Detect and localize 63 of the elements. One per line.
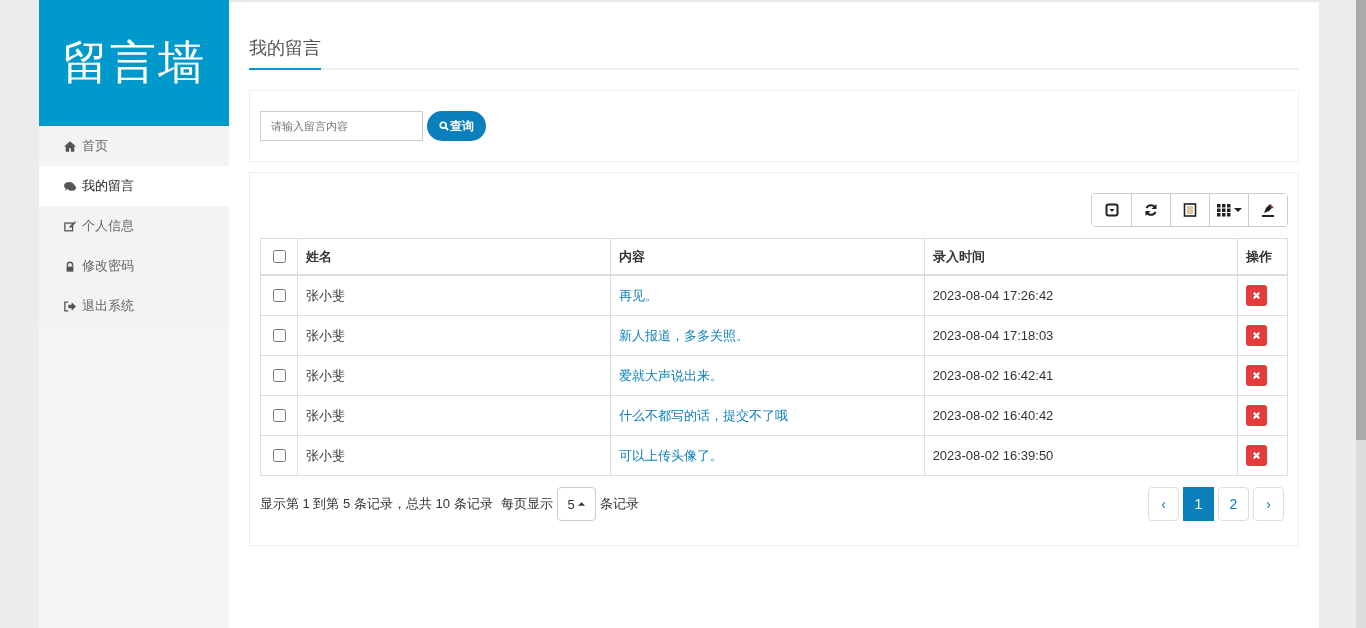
delete-button[interactable] [1246, 405, 1267, 426]
previous-page-button[interactable]: ‹ [1148, 487, 1179, 521]
column-header: 姓名 [297, 238, 611, 275]
lock-icon [64, 260, 76, 272]
x-icon [1252, 371, 1261, 380]
search-button[interactable]: 查询 [427, 111, 486, 141]
x-icon [1252, 291, 1261, 300]
message-link[interactable]: 可以上传头像了。 [610, 435, 925, 476]
delete-button[interactable] [1246, 285, 1267, 306]
page-title: 我的留言 [249, 36, 321, 70]
sign-out-icon [64, 300, 76, 312]
column-header: 操作 [1237, 238, 1288, 275]
delete-button[interactable] [1246, 325, 1267, 346]
delete-button[interactable] [1246, 445, 1267, 466]
x-icon [1252, 331, 1261, 340]
square-caret-icon [1104, 203, 1119, 217]
row-checkbox[interactable] [273, 289, 286, 302]
column-header: 内容 [610, 238, 925, 275]
scrollbar-thumb[interactable] [1356, 0, 1366, 440]
export-button[interactable] [1248, 194, 1287, 226]
table-cell: 2023-08-02 16:40:42 [924, 395, 1238, 436]
message-link[interactable]: 再见。 [610, 275, 925, 316]
message-link[interactable]: 爱就大声说出来。 [610, 355, 925, 396]
nav-item[interactable]: 我的留言 [39, 166, 229, 206]
message-link[interactable]: 新人报道，多多关照。 [610, 315, 925, 356]
export-icon [1261, 203, 1275, 217]
table-cell: 张小斐 [297, 315, 611, 356]
row-checkbox[interactable] [273, 409, 286, 422]
page-size-dropdown[interactable]: 5 [556, 487, 596, 521]
home-icon [64, 140, 76, 152]
refresh-icon [1144, 203, 1158, 217]
table-cell: 张小斐 [297, 275, 611, 316]
page-button[interactable]: 1 [1183, 487, 1214, 521]
row-checkbox[interactable] [273, 329, 286, 342]
table-cell: 2023-08-02 16:42:41 [924, 355, 1238, 396]
table-cell: 张小斐 [297, 355, 611, 396]
per-page-suffix: 条记录 [599, 495, 639, 513]
table-cell: 张小斐 [297, 435, 611, 476]
speech-bubbles-icon [64, 180, 76, 192]
x-icon [1252, 411, 1261, 420]
table-cell: 2023-08-04 17:26:42 [924, 275, 1238, 316]
column-header: 录入时间 [924, 238, 1238, 275]
next-page-button[interactable]: › [1253, 487, 1284, 521]
caret-icon [577, 502, 585, 506]
table-cell: 2023-08-02 16:39:50 [924, 435, 1238, 476]
page-button[interactable]: 2 [1218, 487, 1249, 521]
select-all-checkbox[interactable] [273, 250, 286, 263]
list-icon [1183, 203, 1197, 217]
search-field[interactable]: 请输入留言内容 [260, 111, 423, 141]
logo-text: 留言墙 [39, 0, 229, 126]
row-checkbox[interactable] [273, 449, 286, 462]
caret-icon [1233, 208, 1242, 212]
table-cell: 张小斐 [297, 395, 611, 436]
search-icon [439, 121, 449, 131]
grid-icon [1216, 203, 1231, 217]
records-summary: 显示第 1 到第 5 条记录，总共 10 条记录 [260, 495, 493, 513]
per-page-label: 每页显示 [500, 495, 553, 513]
row-checkbox[interactable] [273, 369, 286, 382]
table-cell: 2023-08-04 17:18:03 [924, 315, 1238, 356]
x-icon [1252, 451, 1261, 460]
edit-icon [64, 220, 76, 232]
message-link[interactable]: 什么不都写的话，提交不了哦 [610, 395, 925, 436]
delete-button[interactable] [1246, 365, 1267, 386]
